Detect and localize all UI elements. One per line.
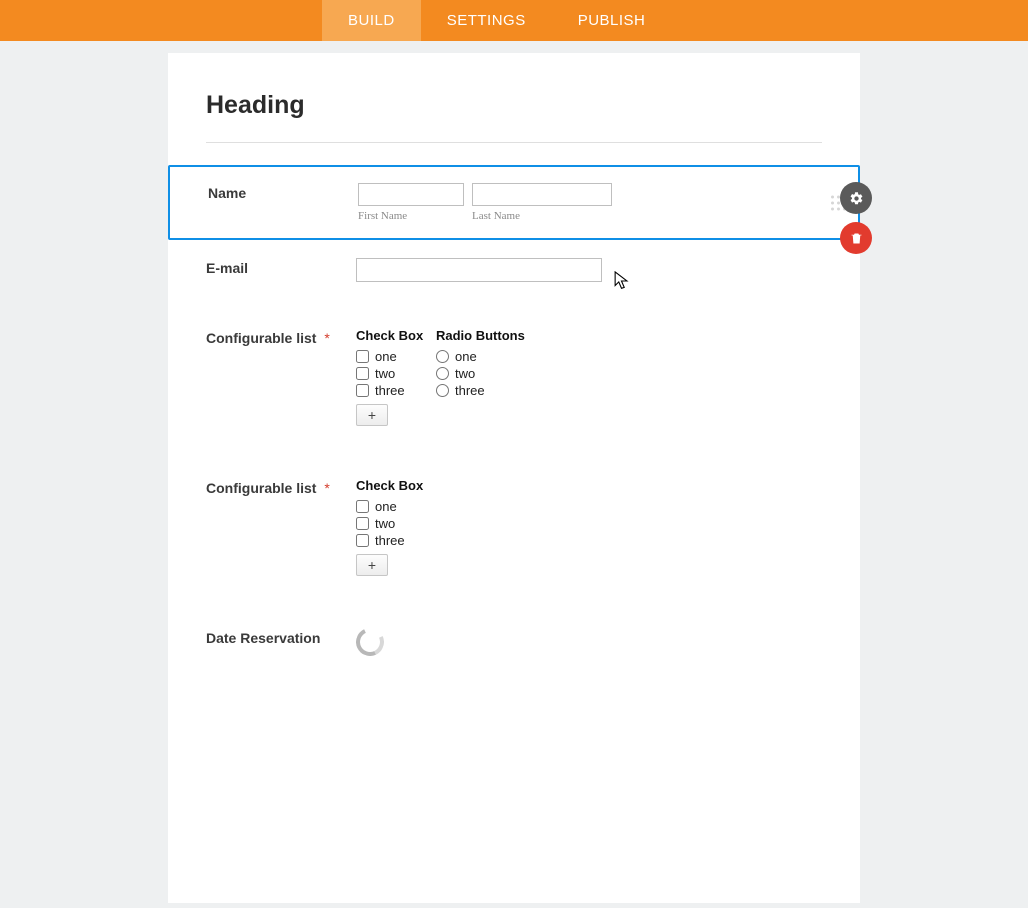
radio-input[interactable] (436, 350, 449, 363)
label-config-list-1: Configurable list * (206, 328, 356, 346)
checkbox-option[interactable]: two (356, 516, 432, 531)
radio-input[interactable] (436, 384, 449, 397)
field-config-list-2[interactable]: Configurable list * Check Box one two th… (206, 444, 822, 594)
radio-option[interactable]: three (436, 383, 525, 398)
option-label: two (375, 366, 395, 381)
checkbox-header-2: Check Box (356, 478, 432, 493)
checkbox-input[interactable] (356, 517, 369, 530)
field-settings-button[interactable] (840, 182, 872, 214)
option-label: one (455, 349, 477, 364)
label-config-list-2: Configurable list * (206, 478, 356, 496)
radio-option[interactable]: one (436, 349, 525, 364)
name-body: First Name Last Name (358, 183, 820, 222)
option-label: three (375, 533, 405, 548)
checkbox-input[interactable] (356, 534, 369, 547)
gear-icon (849, 191, 864, 206)
checkbox-option[interactable]: three (356, 383, 432, 398)
radio-input[interactable] (436, 367, 449, 380)
option-label: two (455, 366, 475, 381)
option-label: three (455, 383, 485, 398)
email-input[interactable] (356, 258, 602, 282)
radio-column: Radio Buttons one two three (436, 328, 525, 426)
add-row-button-2[interactable]: + (356, 554, 388, 576)
option-label: one (375, 499, 397, 514)
first-name-input[interactable] (358, 183, 464, 206)
required-mark: * (324, 330, 329, 346)
field-delete-button[interactable] (840, 222, 872, 254)
label-config-list-1-text: Configurable list (206, 330, 316, 346)
field-date-reservation[interactable]: Date Reservation (206, 594, 822, 674)
first-name-sublabel: First Name (358, 210, 464, 222)
checkbox-input[interactable] (356, 367, 369, 380)
checkbox-option[interactable]: three (356, 533, 432, 548)
page-title: Heading (206, 91, 822, 120)
add-row-button[interactable]: + (356, 404, 388, 426)
radio-header: Radio Buttons (436, 328, 525, 343)
label-email: E-mail (206, 258, 356, 276)
checkbox-input[interactable] (356, 384, 369, 397)
checkbox-option[interactable]: one (356, 499, 432, 514)
field-email[interactable]: E-mail (206, 240, 822, 300)
form-canvas: Heading Name First Name Last Name E-mai (168, 53, 860, 903)
option-label: three (375, 383, 405, 398)
checkbox-column: Check Box one two three + (356, 328, 432, 426)
tab-publish[interactable]: PUBLISH (552, 0, 672, 41)
tab-build[interactable]: BUILD (322, 0, 421, 41)
last-name-sublabel: Last Name (472, 210, 612, 222)
field-name[interactable]: Name First Name Last Name (168, 165, 860, 240)
required-mark: * (324, 480, 329, 496)
loading-spinner-icon (352, 624, 388, 660)
last-name-input[interactable] (472, 183, 612, 206)
option-label: one (375, 349, 397, 364)
checkbox-column-2: Check Box one two three + (356, 478, 432, 576)
top-nav: BUILD SETTINGS PUBLISH (0, 0, 1028, 41)
checkbox-option[interactable]: two (356, 366, 432, 381)
radio-option[interactable]: two (436, 366, 525, 381)
checkbox-option[interactable]: one (356, 349, 432, 364)
checkbox-input[interactable] (356, 350, 369, 363)
option-label: two (375, 516, 395, 531)
checkbox-input[interactable] (356, 500, 369, 513)
field-actions (840, 182, 872, 254)
checkbox-header: Check Box (356, 328, 432, 343)
label-date-reservation: Date Reservation (206, 628, 356, 646)
label-name: Name (208, 183, 358, 201)
label-config-list-2-text: Configurable list (206, 480, 316, 496)
divider (206, 142, 822, 143)
trash-icon (849, 231, 864, 246)
field-config-list-1[interactable]: Configurable list * Check Box one two th… (206, 300, 822, 444)
tab-settings[interactable]: SETTINGS (421, 0, 552, 41)
